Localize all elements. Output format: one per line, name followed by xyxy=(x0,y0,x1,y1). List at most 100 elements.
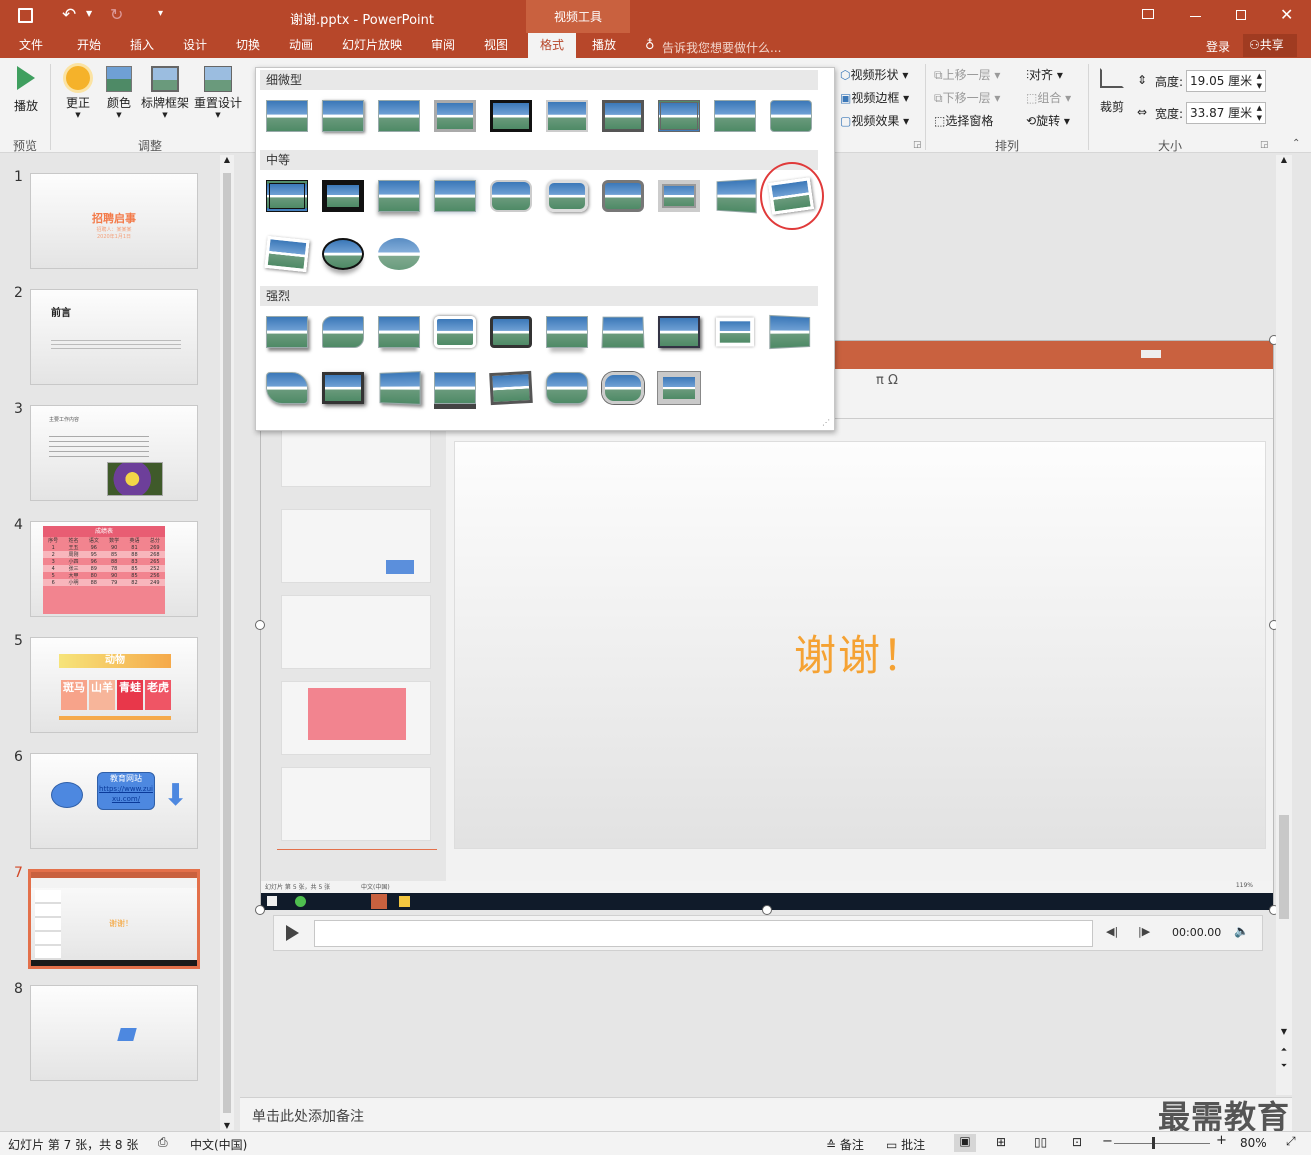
slide-thumbnail-7-selected[interactable]: 谢谢！ xyxy=(28,869,200,969)
style-thumbnail[interactable] xyxy=(546,180,588,212)
style-thumbnail[interactable] xyxy=(602,100,644,132)
maximize-icon[interactable] xyxy=(1236,10,1246,20)
zoom-in-icon[interactable]: + xyxy=(1216,1133,1227,1148)
style-thumbnail[interactable] xyxy=(714,100,756,132)
spinner-icon[interactable]: ▲ ▼ xyxy=(1257,71,1262,91)
style-thumbnail[interactable] xyxy=(490,100,532,132)
style-thumbnail[interactable] xyxy=(266,316,308,348)
tab-transitions[interactable]: 切换 xyxy=(227,33,269,58)
style-thumbnail[interactable] xyxy=(546,372,588,404)
slide-thumbnail-2[interactable]: 前言 xyxy=(30,289,198,385)
fit-to-window-icon[interactable]: ⤢ xyxy=(1286,1134,1296,1149)
scroll-thumb[interactable] xyxy=(1279,815,1289,919)
crop-button[interactable]: 裁剪 xyxy=(1094,68,1130,115)
redo-icon[interactable]: ↻ xyxy=(110,5,123,24)
tab-view[interactable]: 视图 xyxy=(475,33,517,58)
tell-me-box[interactable]: 告诉我您想要做什么... xyxy=(662,39,781,56)
tab-home[interactable]: 开始 xyxy=(68,33,110,58)
tab-review[interactable]: 审阅 xyxy=(422,33,464,58)
video-border-button[interactable]: ▣视频边框 ▾ xyxy=(840,89,909,106)
slide-thumbnail-3[interactable]: 主要工作内容 xyxy=(30,405,198,501)
tab-file[interactable]: 文件 xyxy=(10,33,52,58)
style-thumbnail[interactable] xyxy=(546,316,588,348)
video-effects-button[interactable]: ▢视频效果 ▾ xyxy=(840,112,909,129)
style-thumbnail[interactable] xyxy=(658,372,700,404)
tab-slideshow[interactable]: 幻灯片放映 xyxy=(336,33,408,58)
editor-scrollbar[interactable]: ▲ ▼ ⏶ ⏷ xyxy=(1276,155,1292,1095)
video-shape-button[interactable]: ⬡视频形状 ▾ xyxy=(840,66,908,83)
ribbon-display-icon[interactable] xyxy=(1142,9,1154,19)
selection-pane-button[interactable]: ⬚选择窗格 xyxy=(934,112,993,129)
dialog-launcher-icon[interactable]: ◲ xyxy=(1260,140,1269,150)
language-status[interactable]: 中文(中国) xyxy=(190,1136,247,1153)
play-button[interactable]: 播放 xyxy=(8,66,44,114)
group-objects-button[interactable]: ⬚组合 ▾ xyxy=(1026,89,1071,106)
reset-design-button[interactable]: 重置设计 ▼ xyxy=(193,66,243,119)
style-thumbnail[interactable] xyxy=(322,372,364,404)
style-thumbnail[interactable] xyxy=(434,180,476,212)
media-forward-icon[interactable]: |▶ xyxy=(1138,925,1150,938)
spell-check-icon[interactable]: ⎙ xyxy=(158,1135,168,1150)
slide-thumbnail-6[interactable]: 教育网站 https://www.zuixu.com/ ⬇ xyxy=(30,753,198,849)
style-thumbnail[interactable] xyxy=(602,180,644,212)
bring-forward-button[interactable]: ⧉上移一层 ▾ xyxy=(934,66,1000,83)
media-play-icon[interactable] xyxy=(286,925,299,941)
style-thumbnail[interactable] xyxy=(490,316,532,348)
thumbnail-scrollbar[interactable]: ▲ ▼ xyxy=(220,155,234,1130)
undo-dropdown-icon[interactable]: ▼ xyxy=(86,9,92,18)
callout-link[interactable]: https://www.zuixu.com/ xyxy=(98,784,154,804)
style-thumbnail[interactable] xyxy=(716,178,757,214)
style-thumbnail[interactable] xyxy=(264,235,310,273)
tab-playback[interactable]: 播放 xyxy=(582,33,626,58)
send-backward-button[interactable]: ⧉下移一层 ▾ xyxy=(934,89,1000,106)
style-thumbnail[interactable] xyxy=(378,100,420,132)
next-slide-icon[interactable]: ⏷ xyxy=(1276,1061,1292,1071)
comments-toggle[interactable]: ▭ 批注 xyxy=(886,1136,925,1153)
slideshow-icon[interactable]: ⊡ xyxy=(1072,1135,1082,1149)
zoom-slider-thumb[interactable] xyxy=(1152,1137,1155,1149)
width-input[interactable]: 33.87 厘米 ▲ ▼ xyxy=(1186,102,1266,124)
style-thumbnail[interactable] xyxy=(601,316,645,349)
customize-qat-icon[interactable]: ▾ xyxy=(158,8,163,19)
minimize-icon[interactable] xyxy=(1190,16,1201,17)
style-thumbnail[interactable] xyxy=(322,180,364,212)
tab-animations[interactable]: 动画 xyxy=(280,33,322,58)
save-icon[interactable] xyxy=(18,8,33,23)
scroll-down-icon[interactable]: ▼ xyxy=(1276,1027,1292,1036)
resize-handle[interactable] xyxy=(762,905,772,915)
style-thumbnail[interactable] xyxy=(434,316,476,348)
rotate-button[interactable]: ⟲旋转 ▾ xyxy=(1026,112,1070,129)
volume-icon[interactable]: 🔈 xyxy=(1234,924,1249,938)
zoom-out-icon[interactable]: − xyxy=(1102,1134,1113,1149)
slide-thumbnail-4[interactable]: 成绩表 序号 姓名 语文 数学 英语 总分 1 王五 96 90 81 269 2 周刚 95 85 88 2… xyxy=(30,521,198,617)
style-thumbnail[interactable] xyxy=(546,100,588,132)
resize-handle[interactable] xyxy=(255,905,265,915)
style-thumbnail[interactable] xyxy=(489,370,533,406)
prev-slide-icon[interactable]: ⏶ xyxy=(1276,1045,1292,1055)
media-back-icon[interactable]: ◀| xyxy=(1106,925,1118,938)
dialog-launcher-icon[interactable]: ◲ xyxy=(913,140,922,150)
style-thumbnail[interactable] xyxy=(770,100,812,132)
style-thumbnail[interactable] xyxy=(322,100,364,132)
poster-frame-button[interactable]: 标牌框架 ▼ xyxy=(140,66,190,119)
style-thumbnail[interactable] xyxy=(379,371,421,405)
notes-pane[interactable]: 单击此处添加备注 xyxy=(240,1097,1292,1131)
notes-toggle[interactable]: ≙ 备注 xyxy=(826,1136,864,1153)
resize-handle[interactable] xyxy=(255,620,265,630)
style-thumbnail[interactable] xyxy=(322,316,364,348)
tab-insert[interactable]: 插入 xyxy=(121,33,163,58)
slide-thumbnail-1[interactable]: 招聘启事 招聘人：某某某 2020年1月1日 xyxy=(30,173,198,269)
spinner-icon[interactable]: ▲ ▼ xyxy=(1257,103,1262,123)
style-thumbnail[interactable] xyxy=(266,100,308,132)
style-thumbnail[interactable] xyxy=(266,372,308,404)
style-thumbnail[interactable] xyxy=(658,180,700,212)
corrections-button[interactable]: 更正 ▼ xyxy=(58,66,98,119)
style-thumbnail[interactable] xyxy=(716,317,754,347)
style-thumbnail[interactable] xyxy=(602,372,644,404)
style-thumbnail[interactable] xyxy=(266,180,308,212)
style-thumbnail[interactable] xyxy=(378,238,420,270)
tab-design[interactable]: 设计 xyxy=(174,33,216,58)
color-button[interactable]: 颜色 ▼ xyxy=(101,66,137,119)
style-thumbnail[interactable] xyxy=(378,316,420,348)
scroll-up-icon[interactable]: ▲ xyxy=(1276,155,1292,164)
